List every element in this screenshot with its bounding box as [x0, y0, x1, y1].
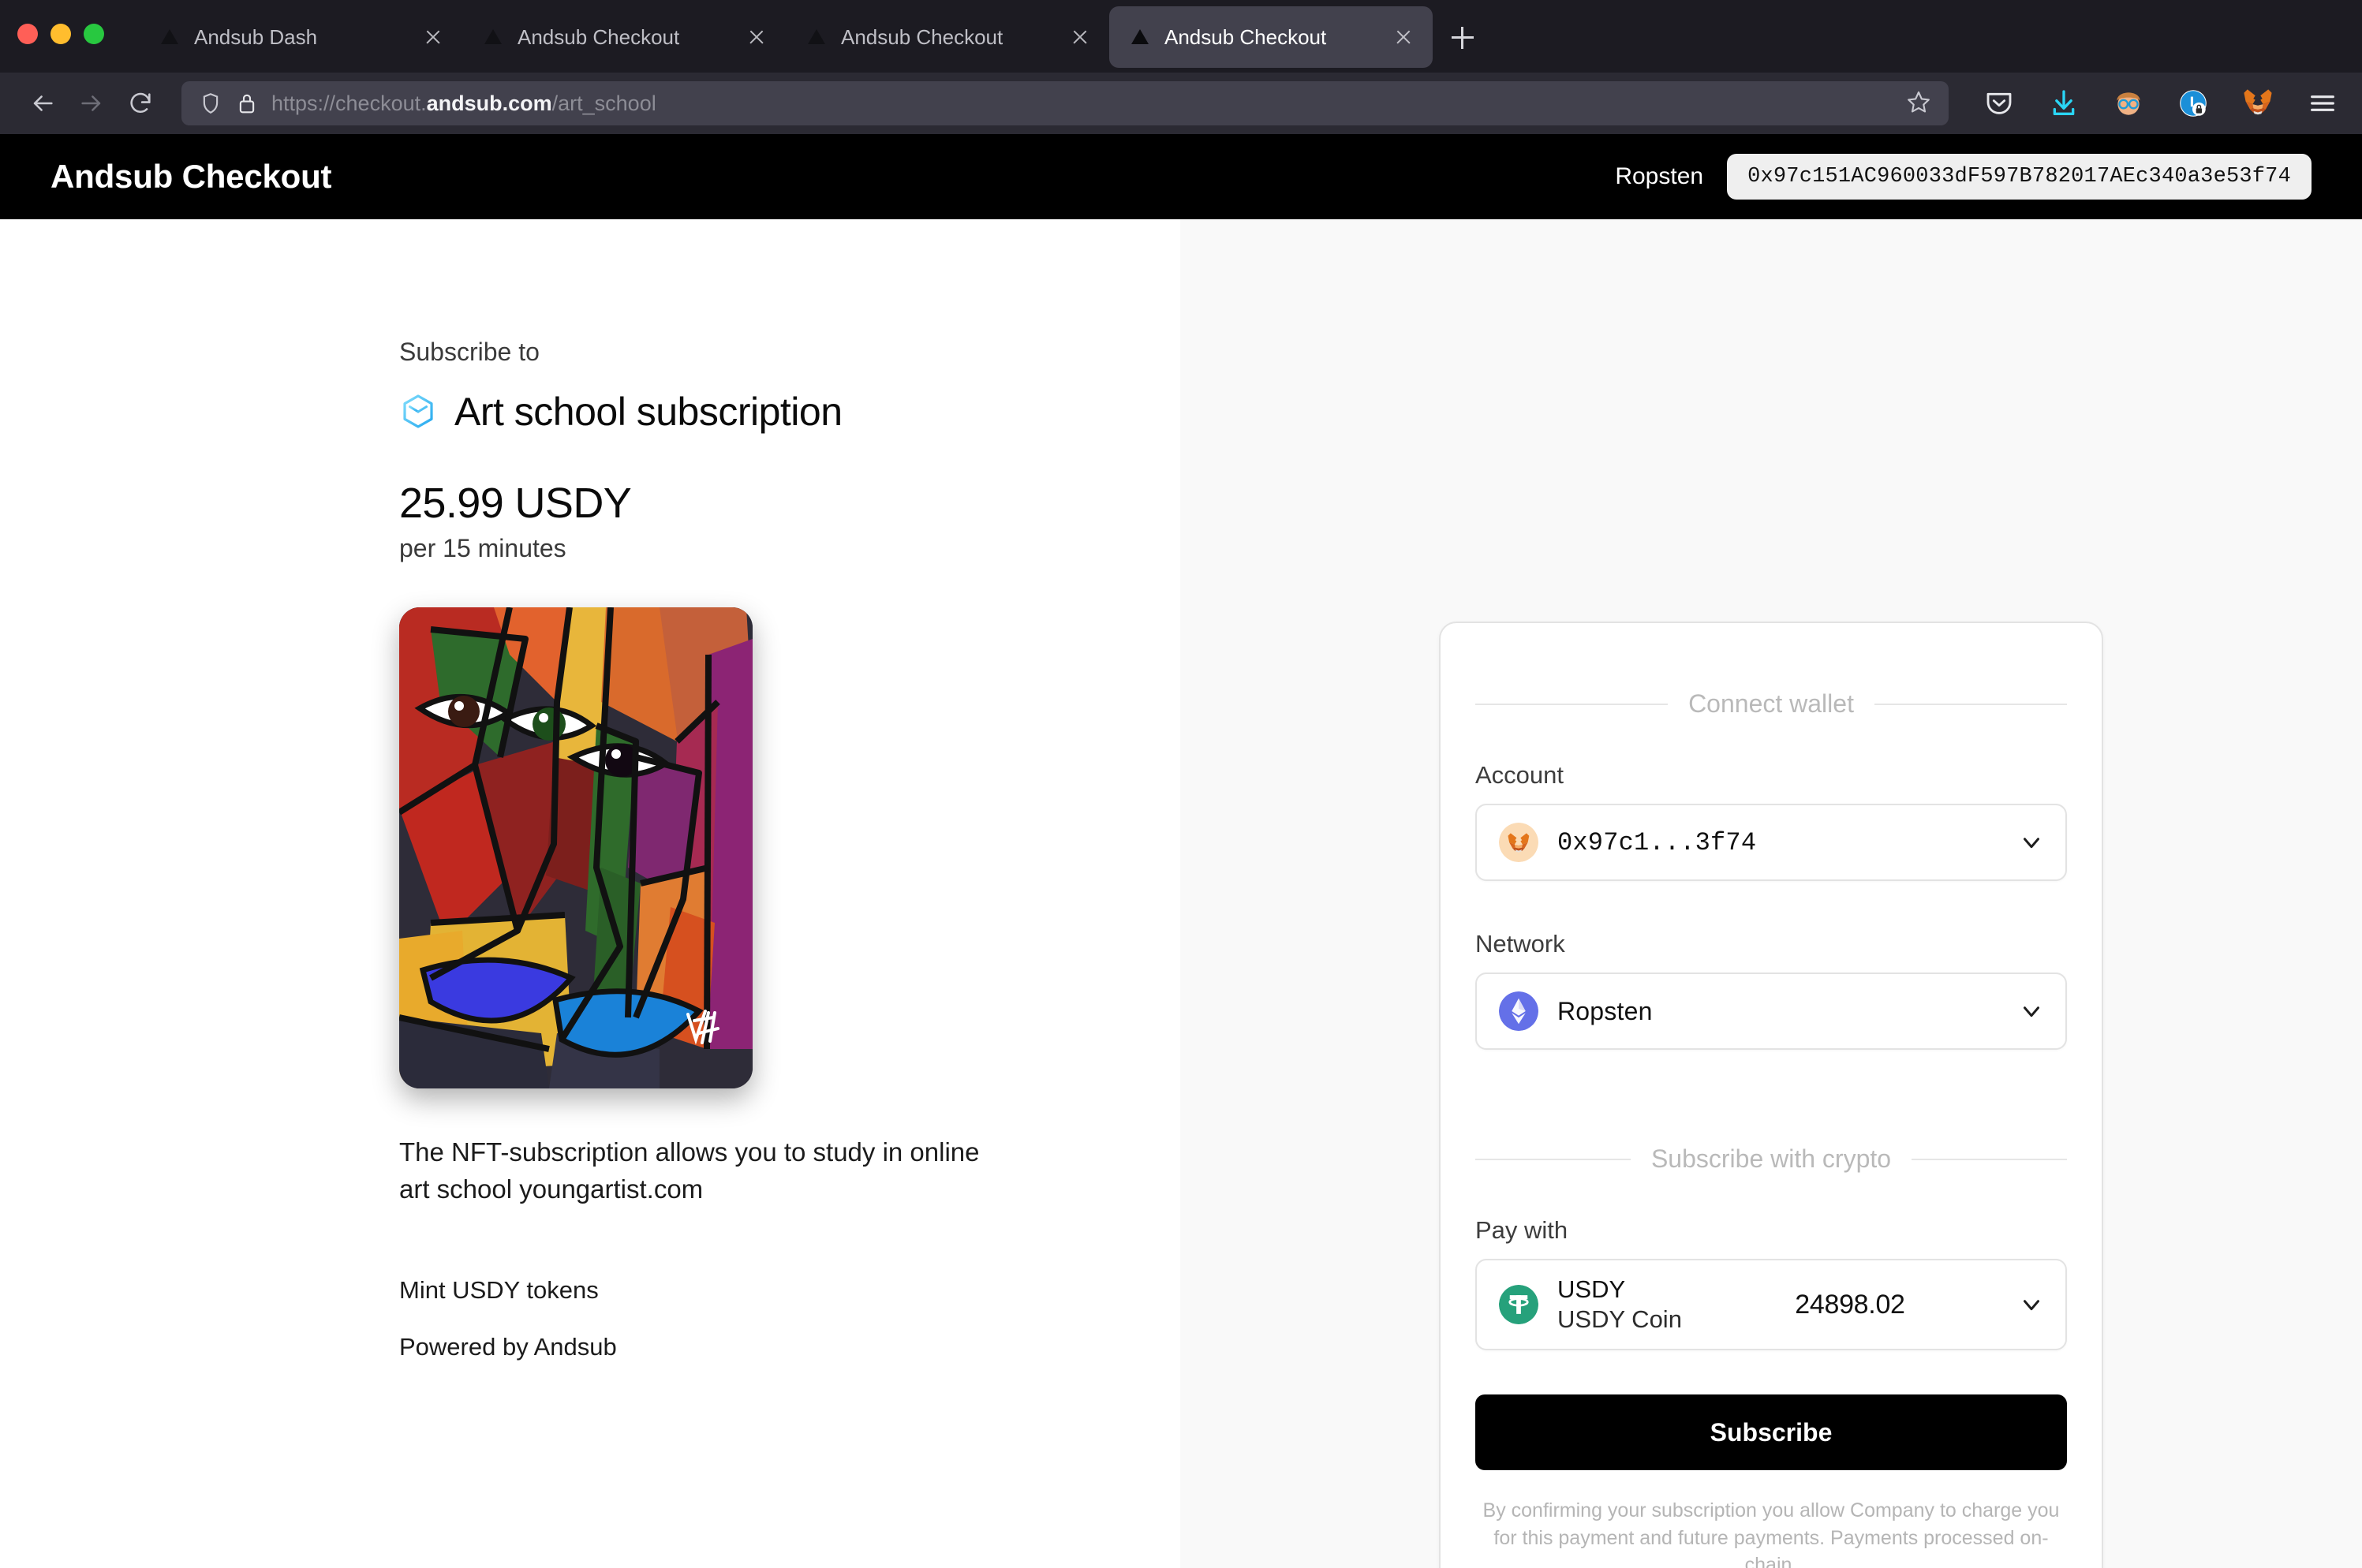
forward-icon[interactable] — [69, 81, 114, 125]
product-period: per 15 minutes — [399, 534, 566, 562]
chevron-down-icon[interactable] — [2018, 1291, 2045, 1318]
tab-title: Andsub Checkout — [841, 24, 1003, 49]
product-title-row: Art school subscription — [399, 389, 1180, 435]
mint-usdy-tokens-link[interactable]: Mint USDY tokens — [399, 1276, 1180, 1305]
chevron-down-icon[interactable] — [2018, 829, 2045, 856]
pay-with-token-select[interactable]: USDY USDY Coin 24898.02 — [1475, 1259, 2067, 1350]
nft-artwork — [399, 607, 753, 1088]
navigation-toolbar: https://checkout.andsub.com/art_school — [0, 73, 2362, 134]
new-tab-button[interactable] — [1441, 16, 1485, 60]
back-icon[interactable] — [21, 81, 65, 125]
account-label: Account — [1475, 761, 1564, 789]
header-wallet-address[interactable]: 0x97c151AC960033dF597B782017AEc340a3e53f… — [1727, 154, 2312, 200]
subscribe-to-label: Subscribe to — [399, 338, 540, 366]
tab-title: Andsub Checkout — [1164, 24, 1327, 49]
account-select[interactable]: 0x97c1...3f74 — [1475, 804, 2067, 881]
tab-title: Andsub Dash — [194, 24, 318, 49]
site-brand: Andsub Checkout — [50, 158, 332, 195]
url-text: https://checkout.andsub.com/art_school — [271, 91, 656, 115]
tab-close-icon[interactable] — [1392, 25, 1415, 49]
app-menu-icon[interactable] — [2304, 84, 2341, 122]
footer-links: Mint USDY tokens Powered by Andsub — [399, 1276, 1180, 1361]
lock-icon[interactable] — [237, 91, 257, 115]
site-header: Andsub Checkout Ropsten 0x97c151AC960033… — [0, 134, 2362, 219]
pay-with-label: Pay with — [1475, 1216, 1568, 1244]
token-symbol: USDY — [1557, 1275, 1626, 1303]
tab-favicon-icon — [806, 27, 827, 47]
shield-icon[interactable] — [199, 91, 222, 115]
page-body: Subscribe to Art school subscription 25.… — [0, 219, 2362, 1568]
tether-icon — [1499, 1285, 1538, 1324]
metamask-icon[interactable] — [2239, 84, 2277, 122]
subscribe-with-crypto-divider: Subscribe with crypto — [1475, 1144, 2067, 1174]
tab-close-icon[interactable] — [745, 25, 768, 49]
subscription-fineprint: By confirming your subscription you allo… — [1482, 1499, 2060, 1568]
page-content: Andsub Checkout Ropsten 0x97c151AC960033… — [0, 134, 2362, 1568]
chevron-down-icon[interactable] — [2018, 998, 2045, 1025]
account-value: 0x97c1...3f74 — [1557, 827, 1757, 857]
checkout-card: Connect wallet Account 0x97c1...3f74 Net… — [1439, 622, 2103, 1568]
minimize-window-button[interactable] — [50, 24, 71, 44]
downloads-icon[interactable] — [2045, 84, 2083, 122]
close-window-button[interactable] — [17, 24, 38, 44]
window-controls — [17, 0, 104, 73]
browser-window: Andsub Dash Andsub Checkout Andsub Check… — [0, 0, 2362, 1568]
browser-tab-3[interactable]: Andsub Checkout — [786, 6, 1109, 68]
maximize-window-button[interactable] — [84, 24, 104, 44]
tab-favicon-icon — [1130, 27, 1150, 47]
product-price: 25.99 USDY — [399, 480, 632, 527]
reload-icon[interactable] — [118, 81, 163, 125]
network-select[interactable]: Ropsten — [1475, 973, 2067, 1050]
tab-title: Andsub Checkout — [518, 24, 680, 49]
browser-tab-2[interactable]: Andsub Checkout — [462, 6, 786, 68]
tab-close-icon[interactable] — [1068, 25, 1092, 49]
network-value: Ropsten — [1557, 996, 1653, 1025]
extension-avatar-icon[interactable] — [2110, 84, 2147, 122]
token-name: USDY Coin — [1557, 1305, 1682, 1333]
connect-wallet-divider: Connect wallet — [1475, 689, 2067, 719]
tab-close-icon[interactable] — [421, 25, 445, 49]
network-label: Network — [1475, 930, 1565, 958]
browser-tab-1[interactable]: Andsub Dash — [139, 6, 462, 68]
ethereum-icon — [1499, 991, 1538, 1031]
browser-tab-4-active[interactable]: Andsub Checkout — [1109, 6, 1433, 68]
tab-list: Andsub Dash Andsub Checkout Andsub Check… — [139, 0, 1485, 73]
privacy-badger-icon[interactable] — [2174, 84, 2212, 122]
powered-by-andsub-link[interactable]: Powered by Andsub — [399, 1333, 1180, 1361]
checkout-panel: Connect wallet Account 0x97c1...3f74 Net… — [1180, 219, 2362, 1568]
product-description: The NFT-subscription allows you to study… — [399, 1137, 980, 1204]
metamask-fox-icon — [1499, 823, 1538, 862]
token-balance: 24898.02 — [1795, 1289, 1905, 1320]
browser-toolbar-icons — [1971, 84, 2341, 122]
tab-strip: Andsub Dash Andsub Checkout Andsub Check… — [0, 0, 2362, 73]
token-names: USDY USDY Coin — [1557, 1275, 1682, 1334]
tab-favicon-icon — [159, 27, 180, 47]
subscribe-button[interactable]: Subscribe — [1475, 1394, 2067, 1470]
pocket-icon[interactable] — [1980, 84, 2018, 122]
address-bar[interactable]: https://checkout.andsub.com/art_school — [181, 81, 1949, 125]
bookmark-star-icon[interactable] — [1906, 89, 1931, 118]
tab-favicon-icon — [483, 27, 503, 47]
cube-icon — [399, 393, 437, 431]
header-wallet-info: Ropsten 0x97c151AC960033dF597B782017AEc3… — [1615, 154, 2312, 200]
header-network-label: Ropsten — [1615, 163, 1704, 189]
product-name: Art school subscription — [454, 390, 843, 434]
product-panel: Subscribe to Art school subscription 25.… — [0, 219, 1180, 1568]
